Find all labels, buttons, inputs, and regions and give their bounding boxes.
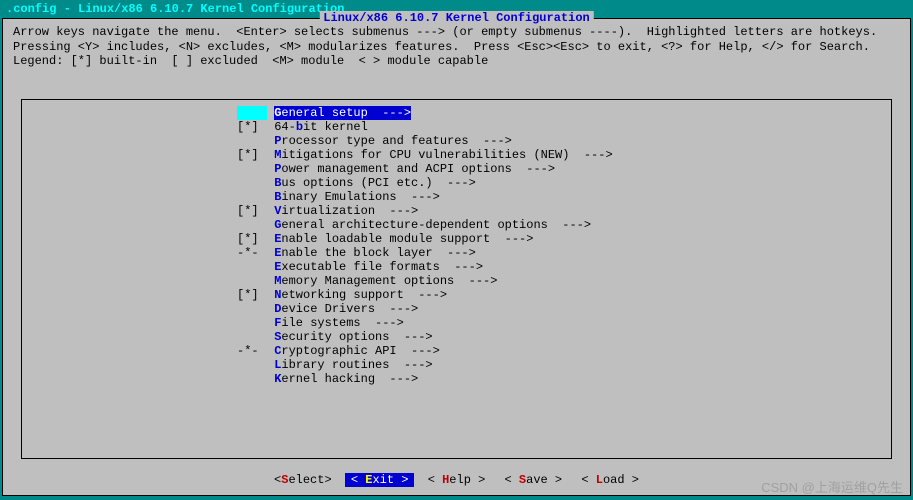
menu-mark bbox=[237, 274, 267, 288]
menu-mark: -*- bbox=[237, 344, 267, 358]
dialog-button[interactable]: < Load > bbox=[575, 473, 645, 487]
menu-mark bbox=[237, 260, 267, 274]
menu-item[interactable]: File systems ---> bbox=[22, 316, 891, 330]
menu-mark bbox=[237, 316, 267, 330]
menu-item[interactable]: General setup ---> bbox=[22, 106, 891, 120]
menu-mark: [*] bbox=[237, 232, 267, 246]
menu-mark: [*] bbox=[237, 204, 267, 218]
menu-label: Mitigations for CPU vulnerabilities (NEW… bbox=[274, 148, 612, 162]
menu-item[interactable]: [*] Networking support ---> bbox=[22, 288, 891, 302]
dialog-button[interactable]: < Save > bbox=[499, 473, 569, 487]
menu-label: Virtualization ---> bbox=[274, 204, 418, 218]
menu-label: General architecture-dependent options -… bbox=[274, 218, 591, 232]
menu-mark bbox=[237, 162, 267, 176]
menu-list[interactable]: General setup --->[*] 64-bit kernel Proc… bbox=[21, 99, 892, 459]
menu-item[interactable]: [*] 64-bit kernel bbox=[22, 120, 891, 134]
menu-label: File systems ---> bbox=[274, 316, 404, 330]
menu-mark bbox=[237, 134, 267, 148]
dialog-title: Linux/x86 6.10.7 Kernel Configuration bbox=[319, 11, 593, 25]
menu-mark: -*- bbox=[237, 246, 267, 260]
menu-mark bbox=[237, 358, 267, 372]
menu-label: Memory Management options ---> bbox=[274, 274, 497, 288]
menu-label: Enable the block layer ---> bbox=[274, 246, 476, 260]
menu-label: 64-bit kernel bbox=[274, 120, 368, 134]
menu-item[interactable]: [*] Enable loadable module support ---> bbox=[22, 232, 891, 246]
terminal-background: .config - Linux/x86 6.10.7 Kernel Config… bbox=[0, 0, 913, 500]
menu-item[interactable]: Power management and ACPI options ---> bbox=[22, 162, 891, 176]
menu-label: Library routines ---> bbox=[274, 358, 432, 372]
menu-item[interactable]: Binary Emulations ---> bbox=[22, 190, 891, 204]
menu-label: Processor type and features ---> bbox=[274, 134, 512, 148]
menu-mark: [*] bbox=[237, 148, 267, 162]
menu-label: Cryptographic API ---> bbox=[274, 344, 440, 358]
dialog-button[interactable]: < Exit > bbox=[345, 473, 415, 487]
menu-label: Binary Emulations ---> bbox=[274, 190, 440, 204]
menu-mark bbox=[237, 190, 267, 204]
menu-item[interactable]: Device Drivers ---> bbox=[22, 302, 891, 316]
menu-mark: [*] bbox=[237, 288, 267, 302]
button-bar: <Select> < Exit > < Help > < Save > < Lo… bbox=[3, 473, 910, 487]
menu-item[interactable]: [*] Virtualization ---> bbox=[22, 204, 891, 218]
menu-item[interactable]: Kernel hacking ---> bbox=[22, 372, 891, 386]
dialog-frame: Linux/x86 6.10.7 Kernel Configuration Ar… bbox=[2, 18, 911, 496]
menu-mark bbox=[237, 372, 267, 386]
menu-item[interactable]: [*] Mitigations for CPU vulnerabilities … bbox=[22, 148, 891, 162]
dialog-button[interactable]: <Select> bbox=[268, 473, 338, 487]
menu-label: Security options ---> bbox=[274, 330, 432, 344]
dialog-button[interactable]: < Help > bbox=[422, 473, 492, 487]
menu-label: Executable file formats ---> bbox=[274, 260, 483, 274]
menu-label: General setup ---> bbox=[274, 106, 411, 120]
menu-item[interactable]: -*- Cryptographic API ---> bbox=[22, 344, 891, 358]
menu-mark: [*] bbox=[237, 120, 267, 134]
menu-item[interactable]: Library routines ---> bbox=[22, 358, 891, 372]
menu-mark bbox=[237, 106, 267, 120]
menu-label: Device Drivers ---> bbox=[274, 302, 418, 316]
menu-item[interactable]: Bus options (PCI etc.) ---> bbox=[22, 176, 891, 190]
menu-label: Networking support ---> bbox=[274, 288, 447, 302]
menu-item[interactable]: Security options ---> bbox=[22, 330, 891, 344]
menu-item[interactable]: Executable file formats ---> bbox=[22, 260, 891, 274]
menu-item[interactable]: -*- Enable the block layer ---> bbox=[22, 246, 891, 260]
menu-mark bbox=[237, 330, 267, 344]
menu-mark bbox=[237, 218, 267, 232]
menu-mark bbox=[237, 302, 267, 316]
menu-label: Kernel hacking ---> bbox=[274, 372, 418, 386]
menu-mark bbox=[237, 176, 267, 190]
menu-label: Enable loadable module support ---> bbox=[274, 232, 533, 246]
menu-item[interactable]: General architecture-dependent options -… bbox=[22, 218, 891, 232]
help-text: Arrow keys navigate the menu. <Enter> se… bbox=[3, 19, 910, 72]
menu-label: Bus options (PCI etc.) ---> bbox=[274, 176, 476, 190]
menu-label: Power management and ACPI options ---> bbox=[274, 162, 555, 176]
menu-item[interactable]: Processor type and features ---> bbox=[22, 134, 891, 148]
menu-item[interactable]: Memory Management options ---> bbox=[22, 274, 891, 288]
